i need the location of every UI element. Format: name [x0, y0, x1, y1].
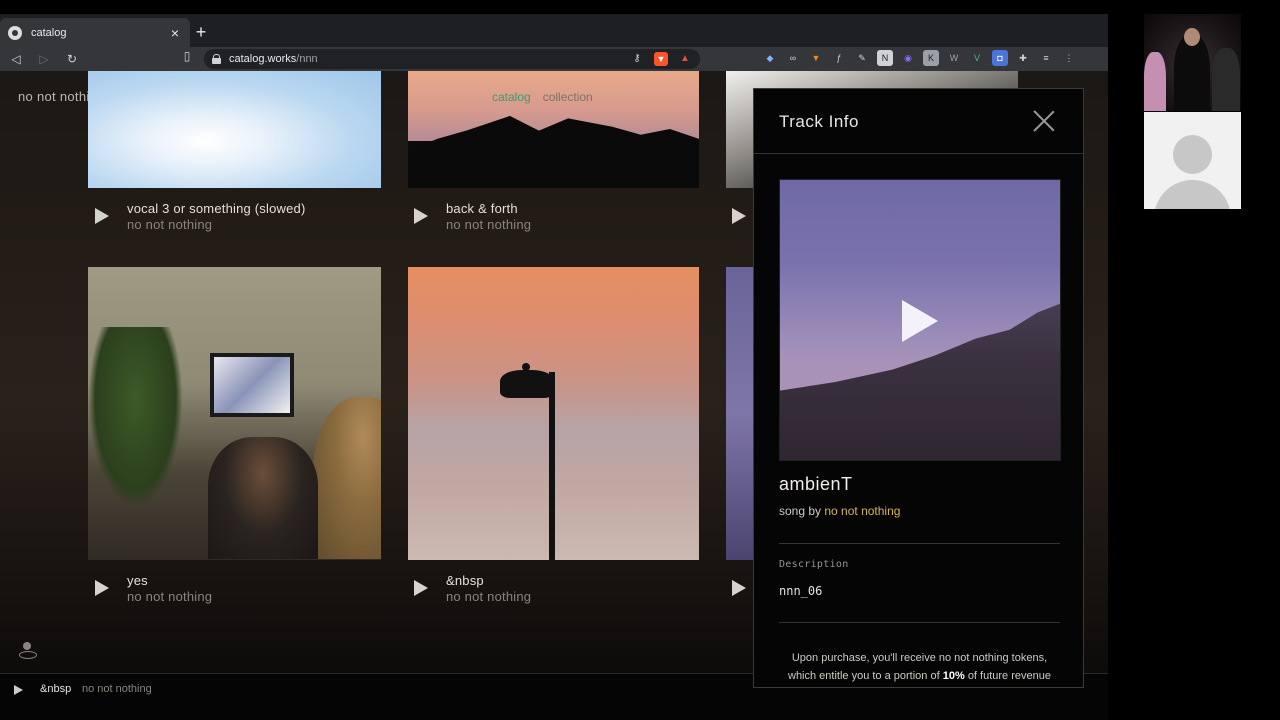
account-icon[interactable]	[18, 641, 37, 659]
lamp-shape	[500, 370, 554, 398]
tv-shape	[210, 353, 294, 417]
url-path: /nnn	[296, 53, 318, 65]
person-shape	[1212, 48, 1240, 111]
modal-header: Track Info	[754, 89, 1083, 154]
tab-bar: catalog × +	[0, 14, 1108, 47]
purchase-line-3: of future revenue	[967, 670, 1051, 682]
menu-icon[interactable]: ⋮	[1061, 50, 1077, 66]
vue-icon[interactable]: V	[969, 50, 985, 66]
track-title[interactable]: back & forth	[446, 201, 518, 216]
now-playing-artist[interactable]: no not nothing	[82, 683, 152, 695]
purchase-line-1: Upon purchase, you'll receive no not not…	[791, 652, 1048, 664]
purchase-line-2: which entitle you to a portion of	[788, 670, 940, 682]
revenue-percent: 10%	[942, 670, 965, 682]
plant-shape	[88, 327, 183, 507]
nav-collection[interactable]: collection	[543, 90, 593, 104]
video-call-panel	[1108, 14, 1280, 720]
person-shape	[1144, 52, 1166, 111]
play-icon[interactable]	[95, 580, 109, 596]
video-tile[interactable]	[1144, 112, 1241, 209]
new-tab-button[interactable]: +	[193, 22, 209, 43]
address-bar[interactable]: catalog.works /nnn ⚷ ▼ ▲	[204, 49, 700, 69]
play-icon[interactable]	[95, 208, 109, 224]
description-label: Description	[779, 559, 849, 570]
artist-link[interactable]: no not nothing	[824, 504, 900, 518]
puzzle-extensions-icon[interactable]: ✚	[1015, 50, 1031, 66]
track-artwork[interactable]	[779, 179, 1061, 461]
rewards-triangle-icon[interactable]: ▲	[678, 52, 692, 66]
lamp-pole-shape	[549, 372, 555, 560]
video-tile[interactable]	[1144, 14, 1241, 111]
track-title[interactable]: vocal 3 or something (slowed)	[127, 201, 306, 216]
forward-button[interactable]: ▷	[32, 49, 56, 69]
play-icon[interactable]	[732, 208, 746, 224]
play-icon[interactable]	[414, 208, 428, 224]
browser-toolbar: ◁ ▷ ↻ ▯ catalog.works /nnn ⚷ ▼ ▲ ◆ ∞ ▼ ƒ…	[0, 47, 1108, 71]
person-shape	[313, 397, 381, 559]
track-title[interactable]: &nbsp	[446, 573, 484, 588]
track-artwork[interactable]	[88, 71, 381, 188]
song-by-line: song by no not nothing	[779, 504, 900, 518]
track-artist[interactable]: no not nothing	[127, 589, 212, 604]
description-value: nnn_06	[779, 584, 823, 598]
notion-icon[interactable]: N	[877, 50, 893, 66]
divider	[779, 543, 1060, 544]
script-extension-icon[interactable]: ƒ	[831, 50, 847, 66]
face-shape	[1184, 28, 1200, 46]
track-artist[interactable]: no not nothing	[446, 589, 531, 604]
k-extension-icon[interactable]: K	[923, 50, 939, 66]
track-info-modal: Track Info ambienT song by no not nothin…	[753, 88, 1084, 688]
modal-title: Track Info	[779, 112, 859, 131]
tab-catalog[interactable]: catalog ×	[0, 18, 190, 47]
now-playing-title[interactable]: &nbsp	[40, 683, 71, 695]
extensions-row: ◆ ∞ ▼ ƒ ✎ N ◉ K W V ◘ ✚ ≡ ⋮	[762, 50, 1077, 66]
avatar-icon	[1173, 135, 1212, 174]
track-artwork[interactable]	[408, 71, 699, 188]
track-artwork[interactable]	[726, 267, 756, 560]
play-icon[interactable]	[732, 580, 746, 596]
bookmark-icon[interactable]: ▯	[180, 49, 194, 63]
top-nav: catalog collection	[492, 90, 593, 104]
lock-icon	[212, 54, 221, 64]
screen: catalog × + ◁ ▷ ↻ ▯ catalog.works /nnn ⚷…	[0, 0, 1280, 720]
song-by-label: song by	[779, 504, 822, 518]
pen-extension-icon[interactable]: ✎	[854, 50, 870, 66]
reading-list-icon[interactable]: ≡	[1038, 50, 1054, 66]
play-icon[interactable]	[14, 685, 23, 695]
play-icon[interactable]	[902, 300, 938, 342]
track-title[interactable]: yes	[127, 573, 148, 588]
github-icon[interactable]: ◉	[900, 50, 916, 66]
avatar-body-shape	[1154, 180, 1231, 209]
divider	[779, 622, 1060, 623]
play-icon[interactable]	[414, 580, 428, 596]
brave-shield-icon[interactable]: ▼	[654, 52, 668, 66]
window-top-strip	[0, 0, 1108, 14]
glasses-extension-icon[interactable]: ∞	[785, 50, 801, 66]
mountain-silhouette	[408, 115, 699, 188]
track-name: ambienT	[779, 474, 853, 494]
globe-icon	[8, 25, 22, 40]
close-icon[interactable]	[1033, 110, 1055, 132]
diamond-extension-icon[interactable]: ◆	[762, 50, 778, 66]
person-shape	[208, 437, 318, 559]
track-artwork[interactable]	[88, 267, 381, 560]
url-host: catalog.works	[229, 53, 297, 65]
close-tab-icon[interactable]: ×	[168, 26, 182, 40]
shield-extension-icon[interactable]: ◘	[992, 50, 1008, 66]
artist-header: no not nothing	[18, 89, 88, 104]
track-artist[interactable]: no not nothing	[127, 217, 212, 232]
w-extension-icon[interactable]: W	[946, 50, 962, 66]
reload-button[interactable]: ↻	[60, 49, 84, 69]
metamask-fox-icon[interactable]: ▼	[808, 50, 824, 66]
track-artist[interactable]: no not nothing	[446, 217, 531, 232]
back-button[interactable]: ◁	[4, 49, 28, 69]
purchase-info: Upon purchase, you'll receive no not not…	[774, 649, 1065, 685]
nav-catalog[interactable]: catalog	[492, 90, 531, 104]
track-artwork[interactable]	[408, 267, 699, 560]
key-icon[interactable]: ⚷	[630, 52, 644, 66]
tab-title: catalog	[31, 26, 67, 39]
